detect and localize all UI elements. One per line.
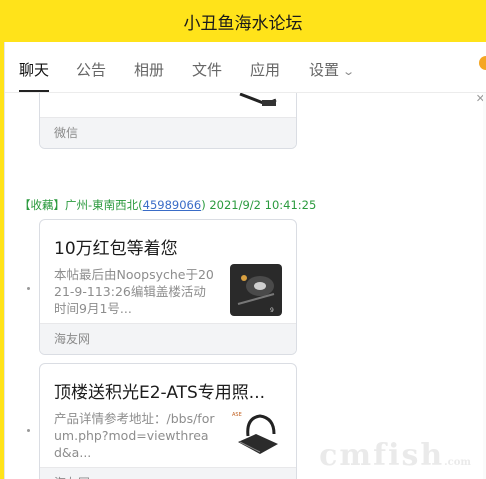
tab-label: 文件: [192, 61, 223, 79]
card-source: 海友网: [40, 467, 296, 479]
card-source: 海友网: [40, 323, 296, 354]
tab-chat[interactable]: 聊天: [19, 42, 50, 92]
tab-label: 聊天: [19, 61, 50, 79]
chevron-down-icon: ⌄: [342, 65, 356, 78]
tab-album[interactable]: 相册: [134, 42, 164, 92]
product-photo-icon: [239, 93, 277, 106]
lamp-photo-icon: ASE: [230, 408, 282, 460]
card-title: 顶楼送积光E2-ATS专用照...: [54, 383, 266, 403]
tab-label: 公告: [76, 61, 107, 79]
tab-announcement[interactable]: 公告: [76, 42, 106, 92]
notification-dot-icon[interactable]: [479, 56, 486, 70]
card-source: 微信: [40, 117, 296, 148]
watermark-domain: .com: [444, 457, 471, 468]
window-title-bar: 小丑鱼海水论坛: [0, 0, 486, 42]
card-title: 10万红包等着您: [54, 239, 178, 259]
svg-text:ASE: ASE: [232, 412, 242, 418]
message-list: 微信 【收藕】广州-東南西北(45989066) 2021/9/2 10:41:…: [5, 93, 486, 479]
sender-qq-link[interactable]: 45989066: [143, 198, 202, 212]
shared-link-card[interactable]: 微信: [39, 93, 297, 149]
watermark: cmfish.com: [319, 438, 471, 473]
watermark-text: cmfish: [319, 438, 445, 473]
shared-link-card[interactable]: 10万红包等着您 本帖最后由Noopsyche于2021-9-113:26编辑盖…: [39, 219, 297, 355]
tab-settings[interactable]: 设置 ⌄: [309, 42, 355, 92]
product-photo-icon: 9: [230, 264, 282, 316]
bullet-icon: [27, 429, 30, 432]
shared-link-card[interactable]: 顶楼送积光E2-ATS专用照... 产品详情参考地址：/bbs/forum.ph…: [39, 363, 297, 479]
tab-label: 设置: [309, 61, 340, 79]
chat-panel: 聊天 公告 相册 文件 应用 设置 ⌄ ✕ 微信 【收藕】广州-東南西北(4598…: [4, 42, 486, 479]
message-timestamp: ) 2021/9/2 10:41:25: [201, 198, 317, 212]
tab-files[interactable]: 文件: [192, 42, 222, 92]
svg-text:9: 9: [270, 307, 274, 314]
message-header: 【收藕】广州-東南西北(45989066) 2021/9/2 10:41:25: [19, 197, 316, 213]
tab-label: 应用: [250, 61, 281, 79]
tab-label: 相册: [134, 61, 165, 79]
tab-apps[interactable]: 应用: [250, 42, 280, 92]
card-description: 本帖最后由Noopsyche于2021-9-113:26编辑盖楼活动时间9月1号…: [54, 267, 214, 316]
sender-name: 【收藕】广州-東南西北(: [19, 198, 143, 212]
tab-bar: 聊天 公告 相册 文件 应用 设置 ⌄: [5, 42, 486, 93]
card-description: 产品详情参考地址：/bbs/forum.php?mod=viewthread&a…: [54, 411, 215, 460]
bullet-icon: [27, 287, 30, 290]
window-title: 小丑鱼海水论坛: [183, 13, 303, 34]
